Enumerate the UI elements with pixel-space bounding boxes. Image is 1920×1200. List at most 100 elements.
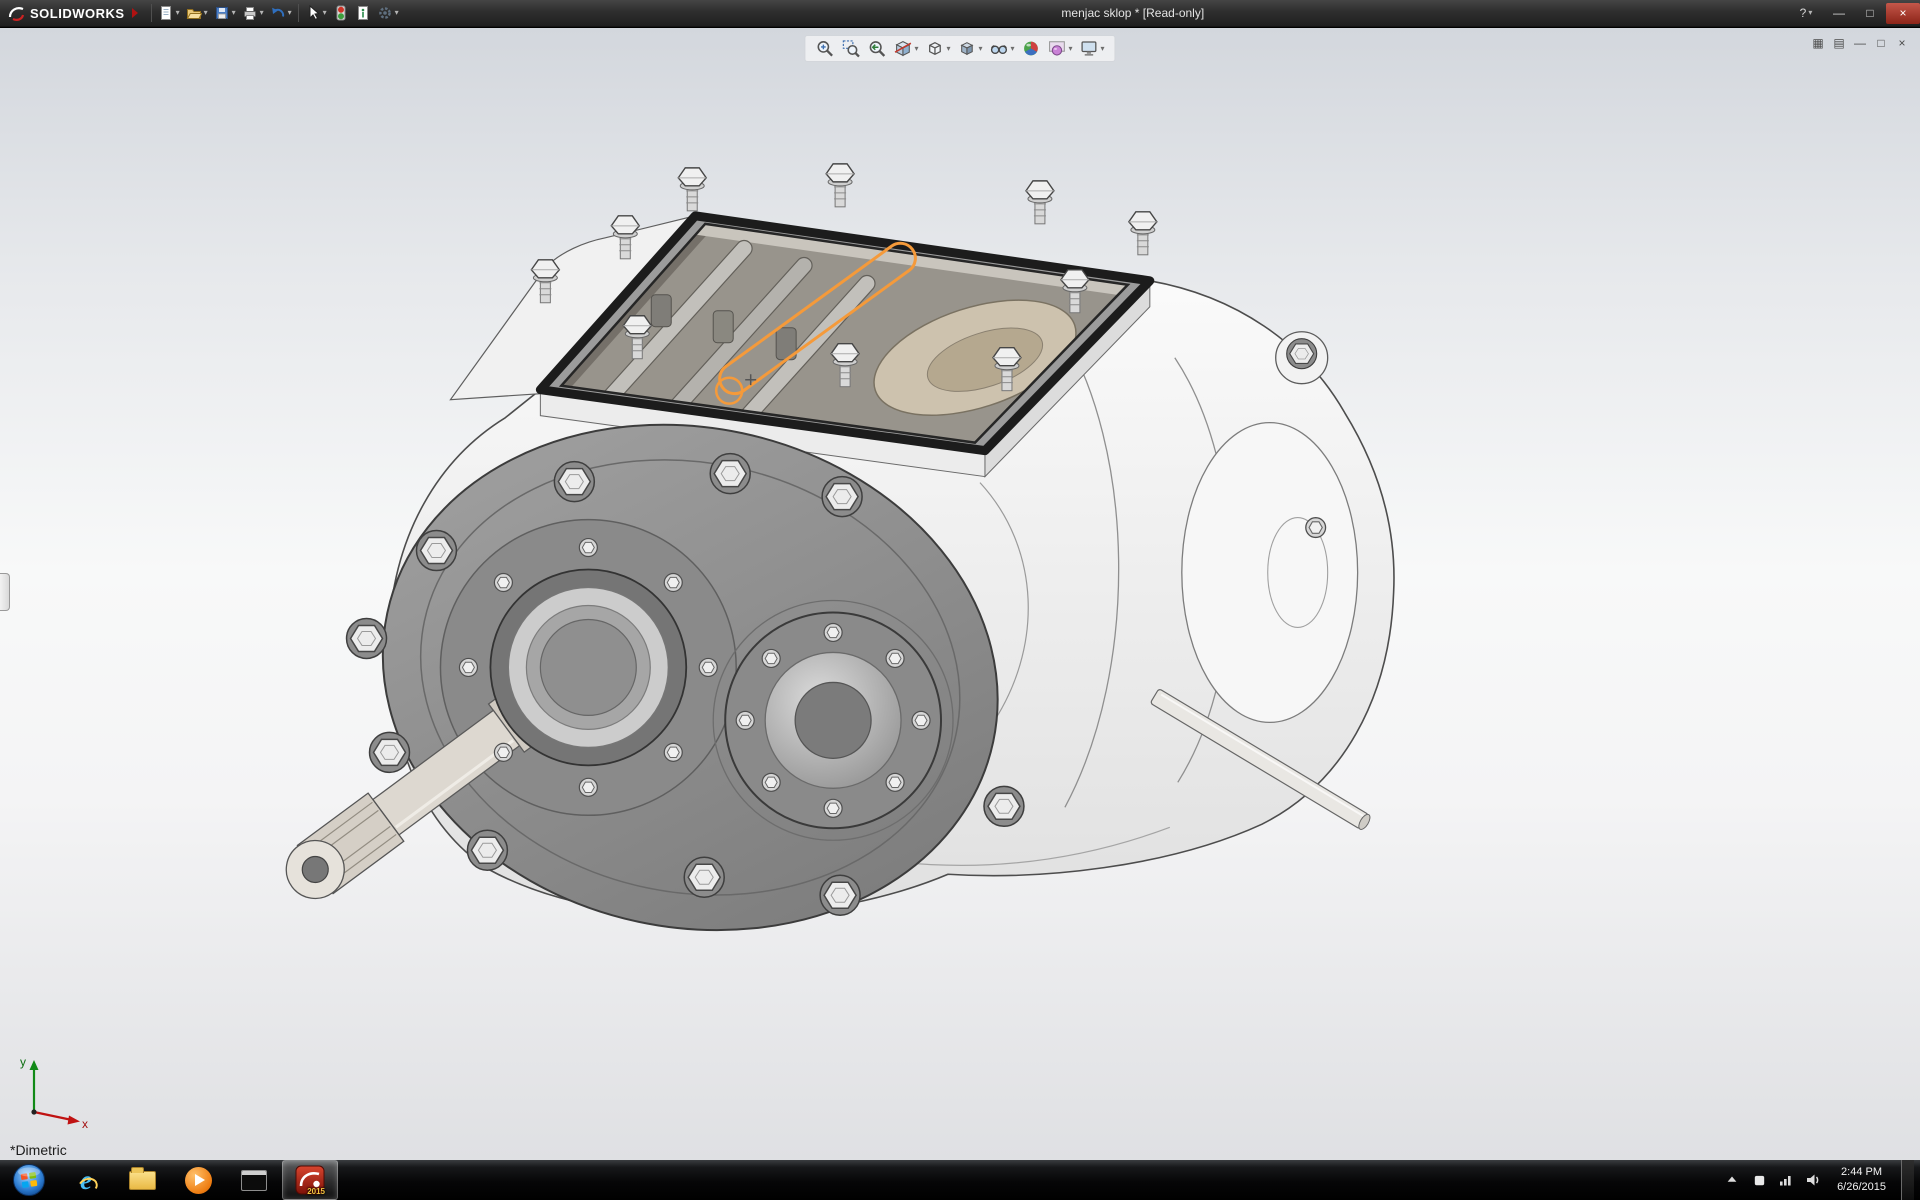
previous-view-icon xyxy=(867,39,886,58)
dropdown-caret[interactable]: ▾ xyxy=(204,9,208,17)
select-button[interactable]: ▾ xyxy=(302,2,330,24)
chevron-up-icon xyxy=(1725,1173,1739,1187)
options-gear-icon xyxy=(377,5,393,21)
taskbar-item-windows-explorer[interactable] xyxy=(114,1160,170,1200)
model-canvas[interactable] xyxy=(0,28,1920,1160)
dropdown-caret[interactable]: ▾ xyxy=(1069,45,1073,53)
headsup-view-toolbar: ▾ ▾ ▾ ▾ ▾ ▾ xyxy=(804,35,1115,62)
rebuild-button[interactable] xyxy=(330,2,352,24)
dropdown-caret[interactable]: ▾ xyxy=(395,9,399,17)
tray-application-icon[interactable] xyxy=(1750,1168,1768,1192)
select-cursor-icon xyxy=(305,5,321,21)
view-orientation-button[interactable]: ▾ xyxy=(923,38,952,59)
graphics-viewport[interactable]: ▾ ▾ ▾ ▾ ▾ ▾ ▦ ▤ — □ × xyxy=(0,28,1920,1160)
close-document-button[interactable]: × xyxy=(1894,35,1910,51)
open-document-icon xyxy=(186,5,202,21)
document-window-controls: ▦ ▤ — □ × xyxy=(1810,35,1910,51)
save-button[interactable]: ▾ xyxy=(211,2,239,24)
hide-show-items-button[interactable]: ▾ xyxy=(988,38,1017,59)
dropdown-caret[interactable]: ▾ xyxy=(1101,45,1105,53)
help-button[interactable]: ? ▾ xyxy=(1789,3,1823,24)
taskbar-item-command-prompt[interactable] xyxy=(226,1160,282,1200)
windows-taskbar: e 2015 xyxy=(0,1160,1920,1200)
side-cover[interactable] xyxy=(725,612,941,828)
reference-triad: y x xyxy=(14,1050,94,1130)
close-window-button[interactable]: × xyxy=(1886,3,1920,24)
zoom-to-fit-button[interactable] xyxy=(813,38,836,59)
internet-explorer-icon: e xyxy=(80,1167,92,1194)
restore-document-button[interactable]: □ xyxy=(1873,35,1889,51)
appearance-sphere-icon xyxy=(1022,39,1041,58)
logo-accent xyxy=(132,8,138,18)
file-properties-icon xyxy=(355,5,371,21)
tile-document-windows-button[interactable]: ▤ xyxy=(1831,35,1847,51)
window-controls: ? ▾ — □ × xyxy=(1788,0,1920,26)
undo-icon xyxy=(270,5,286,21)
minimize-document-button[interactable]: — xyxy=(1852,35,1868,51)
triad-y-label: y xyxy=(20,1055,26,1069)
open-document-button[interactable]: ▾ xyxy=(183,2,211,24)
dropdown-caret[interactable]: ▾ xyxy=(323,9,327,17)
dropdown-caret[interactable]: ▾ xyxy=(946,45,950,53)
window-title: menjac sklop * [Read-only] xyxy=(1061,6,1204,20)
toolbar-separator xyxy=(151,4,152,22)
dropdown-caret[interactable]: ▾ xyxy=(1011,45,1015,53)
solidworks-version-badge: 2015 xyxy=(307,1187,325,1196)
taskbar-item-internet-explorer[interactable]: e xyxy=(58,1160,114,1200)
dropdown-caret[interactable]: ▾ xyxy=(914,45,918,53)
options-button[interactable]: ▾ xyxy=(374,2,402,24)
taskbar-item-solidworks[interactable]: 2015 xyxy=(282,1160,338,1200)
view-settings-icon xyxy=(1080,39,1099,58)
minimize-window-button[interactable]: — xyxy=(1824,3,1854,24)
show-hidden-icons-button[interactable] xyxy=(1723,1168,1741,1192)
media-player-icon xyxy=(185,1167,212,1194)
panel-flyout-tab[interactable] xyxy=(0,573,10,611)
solidworks-logo: SOLIDWORKS xyxy=(4,5,148,22)
speaker-icon xyxy=(1805,1172,1821,1188)
cascade-document-windows-button[interactable]: ▦ xyxy=(1810,35,1826,51)
dropdown-caret[interactable]: ▾ xyxy=(176,9,180,17)
app-name: SOLIDWORKS xyxy=(30,6,125,21)
toolbar-separator xyxy=(298,4,299,22)
system-tray: 2:44 PM 6/26/2015 xyxy=(1723,1160,1920,1200)
print-button[interactable]: ▾ xyxy=(239,2,267,24)
hide-show-glasses-icon xyxy=(990,39,1009,58)
main-bearing-hub[interactable] xyxy=(459,539,717,797)
show-desktop-button[interactable] xyxy=(1901,1160,1914,1200)
zoom-to-area-button[interactable] xyxy=(839,38,862,59)
taskbar-item-media-player[interactable] xyxy=(170,1160,226,1200)
folder-icon xyxy=(129,1171,156,1190)
network-icon xyxy=(1778,1172,1794,1188)
triad-x-label: x xyxy=(82,1117,88,1130)
zoom-to-fit-icon xyxy=(815,39,834,58)
windows-orb-icon xyxy=(12,1163,46,1197)
section-view-icon xyxy=(893,39,912,58)
taskbar-clock[interactable]: 2:44 PM 6/26/2015 xyxy=(1831,1165,1892,1195)
restore-window-button[interactable]: □ xyxy=(1855,3,1885,24)
section-view-button[interactable]: ▾ xyxy=(891,38,920,59)
dropdown-caret[interactable]: ▾ xyxy=(288,9,292,17)
previous-view-button[interactable] xyxy=(865,38,888,59)
edit-appearance-button[interactable] xyxy=(1020,38,1043,59)
solidworks-logo-icon xyxy=(8,5,25,22)
display-style-button[interactable]: ▾ xyxy=(955,38,984,59)
tray-app-icon xyxy=(1752,1173,1767,1188)
new-document-button[interactable]: ▾ xyxy=(155,2,183,24)
start-button[interactable] xyxy=(0,1160,58,1200)
apply-scene-button[interactable]: ▾ xyxy=(1046,38,1075,59)
view-settings-button[interactable]: ▾ xyxy=(1078,38,1107,59)
dropdown-caret[interactable]: ▾ xyxy=(1808,9,1812,17)
titlebar: SOLIDWORKS ▾ ▾ ▾ ▾ ▾ ▾ ▾ menjac sklop * … xyxy=(0,0,1920,27)
dropdown-caret[interactable]: ▾ xyxy=(260,9,264,17)
rebuild-icon xyxy=(333,5,349,21)
view-orientation-label: *Dimetric xyxy=(10,1142,67,1158)
volume-button[interactable] xyxy=(1804,1168,1822,1192)
help-label: ? xyxy=(1800,6,1807,20)
undo-button[interactable]: ▾ xyxy=(267,2,295,24)
dropdown-caret[interactable]: ▾ xyxy=(232,9,236,17)
dropdown-caret[interactable]: ▾ xyxy=(978,45,982,53)
command-prompt-icon xyxy=(241,1170,267,1191)
apply-scene-icon xyxy=(1048,39,1067,58)
file-properties-button[interactable] xyxy=(352,2,374,24)
network-status-button[interactable] xyxy=(1777,1168,1795,1192)
